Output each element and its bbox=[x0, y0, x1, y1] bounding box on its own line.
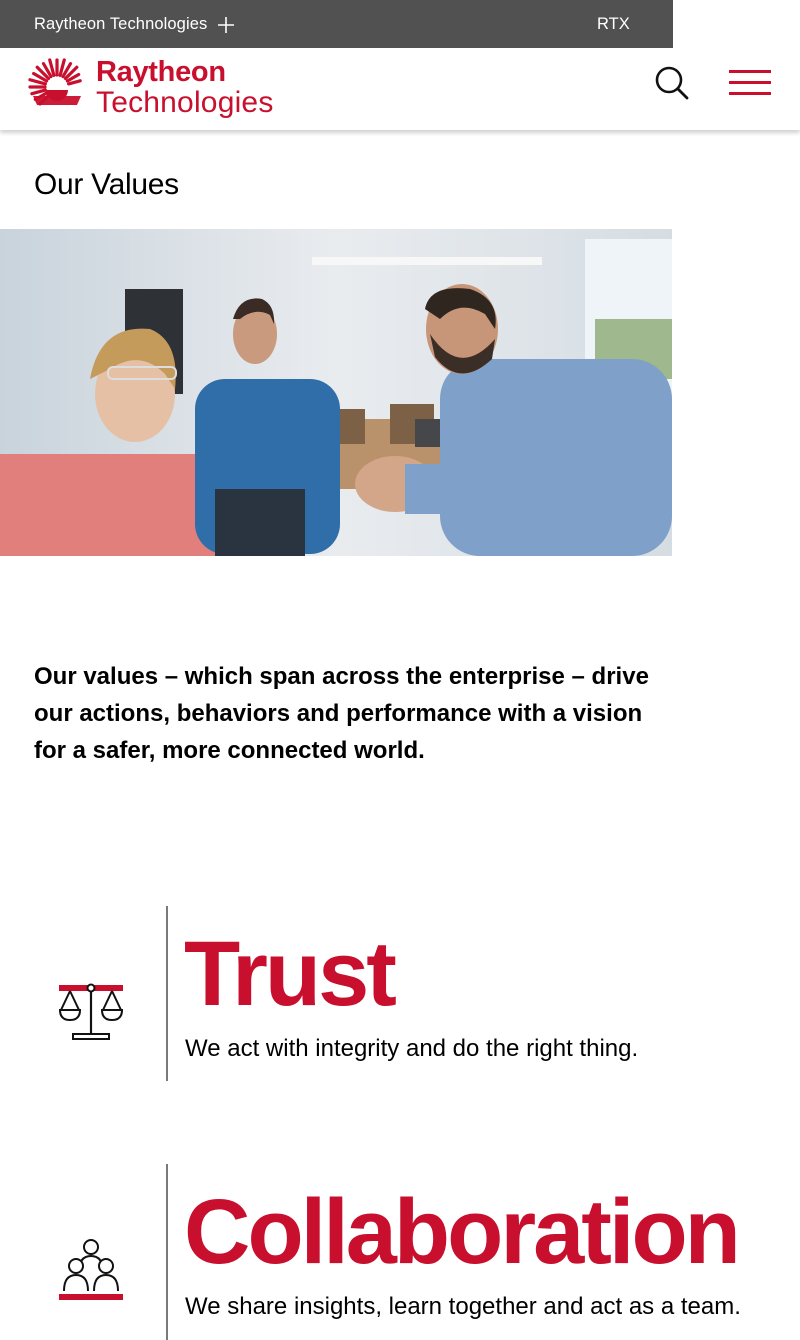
sunburst-logo-icon bbox=[28, 58, 82, 106]
value-divider bbox=[166, 1164, 168, 1340]
plus-icon bbox=[217, 16, 235, 34]
menu-button[interactable] bbox=[727, 66, 773, 100]
logo-wordmark-bottom: Technologies bbox=[96, 86, 274, 119]
logo-wordmark-top: Raytheon bbox=[96, 56, 226, 88]
value-collaboration: Collaboration We share insights, learn t… bbox=[0, 1164, 800, 1340]
hamburger-menu-icon bbox=[729, 70, 771, 95]
value-description: We share insights, learn together and ac… bbox=[185, 1293, 741, 1320]
page-title: Our Values bbox=[34, 168, 179, 201]
hero-image bbox=[0, 229, 672, 556]
people-group-icon bbox=[56, 1236, 126, 1307]
values-intro: Our values – which span across the enter… bbox=[34, 663, 649, 764]
search-icon bbox=[655, 66, 689, 100]
value-divider bbox=[166, 906, 168, 1081]
utility-bar: Raytheon Technologies RTX bbox=[0, 0, 673, 48]
value-title: Collaboration bbox=[184, 1181, 741, 1283]
brand-switcher-label: Raytheon Technologies bbox=[34, 15, 208, 33]
value-title: Trust bbox=[184, 923, 397, 1025]
raytheon-technologies-logo[interactable]: Raytheon Technologies bbox=[26, 54, 296, 124]
search-button[interactable] bbox=[652, 63, 692, 103]
value-description: We act with integrity and do the right t… bbox=[185, 1035, 639, 1062]
scales-icon bbox=[56, 978, 126, 1049]
value-trust: Trust We act with integrity and do the r… bbox=[0, 906, 800, 1081]
brand-switcher-button[interactable]: Raytheon Technologies bbox=[34, 15, 235, 34]
site-header: Raytheon Technologies bbox=[0, 48, 800, 130]
rtx-link[interactable]: RTX bbox=[597, 15, 630, 34]
